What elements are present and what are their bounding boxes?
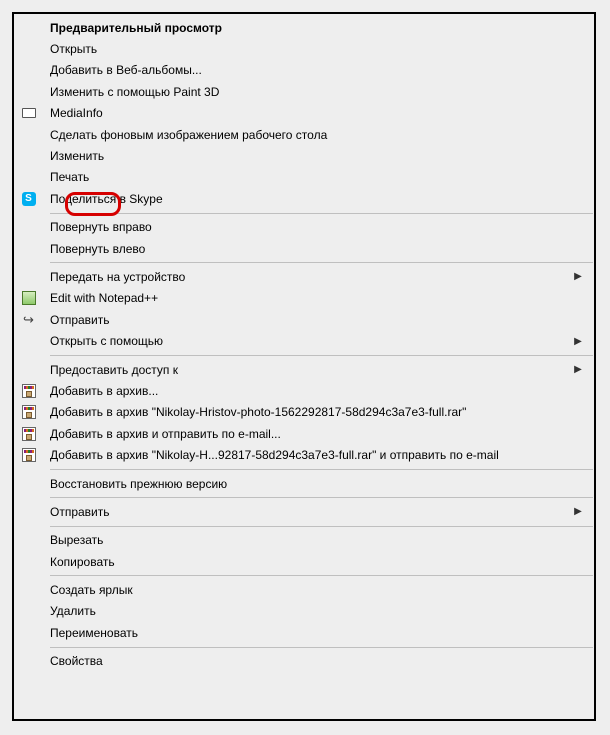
menu-item-label: Открыть: [42, 42, 571, 56]
winrar-icon: [22, 427, 36, 441]
icon-slot: [15, 405, 42, 419]
separator: [50, 497, 593, 498]
menu-item-label: Предоставить доступ к: [42, 363, 571, 377]
menu-item-label: Изменить с помощью Paint 3D: [42, 85, 571, 99]
menu-item-label: Отправить: [42, 505, 571, 519]
mediainfo-icon: [22, 108, 36, 118]
menu-item-label: Копировать: [42, 555, 571, 569]
menu-item-label: MediaInfo: [42, 106, 571, 120]
menu-item[interactable]: Восстановить прежнюю версию: [15, 473, 593, 494]
icon-slot: ↪: [15, 313, 42, 327]
menu-item-label: Добавить в архив "Nikolay-Hristov-photo-…: [42, 405, 571, 419]
winrar-icon: [22, 448, 36, 462]
menu-item[interactable]: S Поделиться в Skype: [15, 188, 593, 209]
menu-item-label: Edit with Notepad++: [42, 291, 571, 305]
menu-item-label: Предварительный просмотр: [42, 21, 571, 35]
menu-item-label: Вырезать: [42, 533, 571, 547]
context-menu: Предварительный просмотр Открыть Добавить …: [15, 15, 593, 718]
menu-item[interactable]: Предварительный просмотр: [15, 17, 593, 38]
separator: [50, 213, 593, 214]
context-menu-frame: Предварительный просмотр Открыть Добавить …: [12, 12, 596, 721]
menu-item-label: Добавить в архив "Nikolay-H...92817-58d2…: [42, 448, 571, 462]
icon-slot: [15, 427, 42, 441]
icon-slot: [15, 384, 42, 398]
menu-item-label: Открыть с помощью: [42, 334, 571, 348]
menu-item-label: Сделать фоновым изображением рабочего ст…: [42, 128, 571, 142]
menu-item[interactable]: Отправить▶: [15, 501, 593, 522]
menu-item[interactable]: Изменить с помощью Paint 3D: [15, 81, 593, 102]
menu-item[interactable]: Переименовать: [15, 622, 593, 643]
separator: [50, 262, 593, 263]
separator: [50, 526, 593, 527]
menu-item-label: Удалить: [42, 604, 571, 618]
menu-item-label: Добавить в архив и отправить по e-mail..…: [42, 427, 571, 441]
menu-item[interactable]: Передать на устройство▶: [15, 266, 593, 287]
menu-item[interactable]: Изменить: [15, 145, 593, 166]
menu-item[interactable]: Сделать фоновым изображением рабочего ст…: [15, 124, 593, 145]
menu-item-label: Передать на устройство: [42, 270, 571, 284]
menu-item-label: Восстановить прежнюю версию: [42, 477, 571, 491]
menu-item-label: Повернуть вправо: [42, 220, 571, 234]
icon-slot: S: [15, 192, 42, 206]
notepadpp-icon: [22, 291, 36, 305]
menu-item[interactable]: Печать: [15, 167, 593, 188]
menu-item[interactable]: Повернуть вправо: [15, 217, 593, 238]
menu-item[interactable]: Вырезать: [15, 530, 593, 551]
menu-item[interactable]: Edit with Notepad++: [15, 288, 593, 309]
icon-slot: [15, 108, 42, 118]
menu-item[interactable]: Добавить в архив "Nikolay-H...92817-58d2…: [15, 444, 593, 465]
separator: [50, 575, 593, 576]
menu-item-label: Создать ярлык: [42, 583, 571, 597]
icon-slot: [15, 291, 42, 305]
menu-item[interactable]: Добавить в архив...: [15, 380, 593, 401]
separator: [50, 647, 593, 648]
submenu-arrow-icon: ▶: [571, 364, 585, 375]
menu-item-label: Свойства: [42, 654, 571, 668]
winrar-icon: [22, 405, 36, 419]
icon-slot: [15, 448, 42, 462]
winrar-icon: [22, 384, 36, 398]
submenu-arrow-icon: ▶: [571, 336, 585, 347]
menu-item-label: Печать: [42, 170, 571, 184]
separator: [50, 355, 593, 356]
menu-item[interactable]: Добавить в Веб-альбомы...: [15, 60, 593, 81]
menu-item[interactable]: Предоставить доступ к▶: [15, 359, 593, 380]
menu-item[interactable]: Повернуть влево: [15, 238, 593, 259]
share-icon: ↪: [22, 313, 36, 327]
menu-item[interactable]: Добавить в архив "Nikolay-Hristov-photo-…: [15, 402, 593, 423]
menu-item[interactable]: Создать ярлык: [15, 579, 593, 600]
menu-item[interactable]: Открыть: [15, 38, 593, 59]
menu-item-label: Изменить: [42, 149, 571, 163]
menu-item-label: Добавить в архив...: [42, 384, 571, 398]
submenu-arrow-icon: ▶: [571, 271, 585, 282]
menu-item-label: Поделиться в Skype: [42, 192, 571, 206]
menu-item-label: Повернуть влево: [42, 242, 571, 256]
menu-item[interactable]: Копировать: [15, 551, 593, 572]
menu-item-label: Отправить: [42, 313, 571, 327]
menu-item-label: Добавить в Веб-альбомы...: [42, 63, 571, 77]
separator: [50, 469, 593, 470]
menu-item[interactable]: Открыть с помощью▶: [15, 330, 593, 351]
menu-item[interactable]: MediaInfo: [15, 103, 593, 124]
menu-item[interactable]: Удалить: [15, 601, 593, 622]
skype-icon: S: [22, 192, 36, 206]
menu-item[interactable]: Свойства: [15, 651, 593, 672]
menu-item-label: Переименовать: [42, 626, 571, 640]
menu-item[interactable]: ↪ Отправить: [15, 309, 593, 330]
submenu-arrow-icon: ▶: [571, 506, 585, 517]
menu-item[interactable]: Добавить в архив и отправить по e-mail..…: [15, 423, 593, 444]
